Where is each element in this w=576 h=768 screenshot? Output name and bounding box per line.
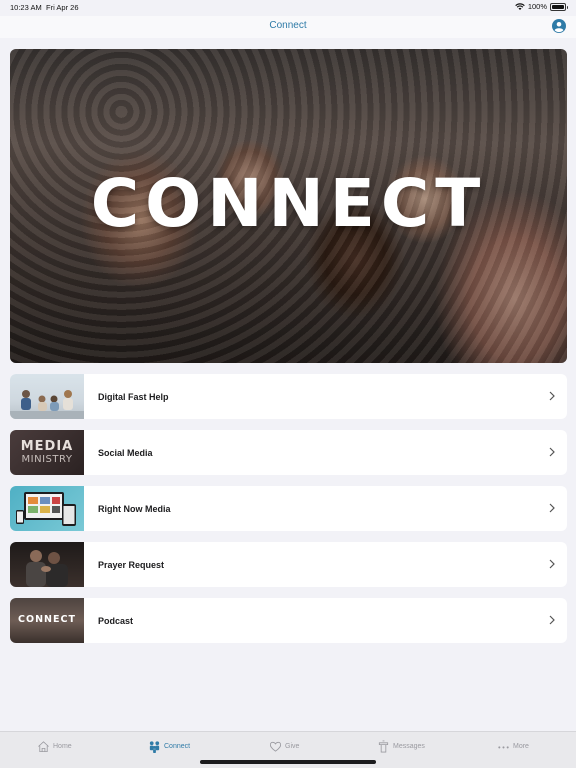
chevron-right-icon bbox=[549, 503, 555, 513]
status-time: 10:23 AM bbox=[10, 3, 42, 12]
chevron-right-icon bbox=[549, 559, 555, 569]
wifi-icon bbox=[515, 2, 525, 10]
tab-messages[interactable]: Messages bbox=[377, 740, 425, 753]
list-item-prayer-request[interactable]: Prayer Request bbox=[10, 542, 567, 587]
prayer-thumbnail bbox=[10, 542, 84, 587]
more-dots-icon bbox=[498, 746, 509, 749]
tab-label: Connect bbox=[164, 743, 191, 750]
list-item-right-now-media[interactable]: Right Now Media bbox=[10, 486, 567, 531]
chevron-right-icon bbox=[549, 615, 555, 625]
list-item-label: Prayer Request bbox=[98, 559, 165, 570]
chevron-right-icon bbox=[549, 391, 555, 401]
tab-connect[interactable]: Connect bbox=[148, 740, 190, 753]
list-item-digital-fast-help[interactable]: Digital Fast Help bbox=[10, 374, 567, 419]
thumb-text-ministry: MINISTRY bbox=[21, 454, 73, 465]
list-item-social-media[interactable]: MEDIA MINISTRY Social Media bbox=[10, 430, 567, 475]
people-icon bbox=[149, 741, 160, 753]
podcast-thumbnail: CONNECT bbox=[10, 598, 84, 643]
nav-bar: Connect bbox=[0, 16, 576, 38]
list-item-podcast[interactable]: CONNECT Podcast bbox=[10, 598, 567, 643]
profile-icon[interactable] bbox=[552, 19, 566, 33]
home-icon bbox=[38, 741, 49, 753]
status-bar: 10:23 AM Fri Apr 26 100% bbox=[0, 0, 576, 16]
tab-label: More bbox=[513, 743, 529, 750]
chevron-right-icon bbox=[549, 447, 555, 457]
tab-give[interactable]: Give bbox=[269, 740, 299, 753]
page-title: Connect bbox=[269, 20, 307, 31]
media-ministry-thumbnail: MEDIA MINISTRY bbox=[10, 430, 84, 475]
hero-title: CONNECT bbox=[90, 165, 487, 242]
heart-icon bbox=[269, 741, 282, 752]
thumb-text-media: MEDIA bbox=[20, 439, 74, 454]
podium-icon bbox=[378, 740, 389, 753]
list-item-label: Digital Fast Help bbox=[98, 391, 169, 402]
right-now-media-thumbnail bbox=[10, 486, 84, 531]
list-item-label: Social Media bbox=[98, 447, 153, 458]
list-item-label: Right Now Media bbox=[98, 503, 171, 514]
tab-more[interactable]: More bbox=[497, 740, 529, 753]
digital-fast-thumbnail bbox=[10, 374, 84, 419]
thumb-text-connect: CONNECT bbox=[18, 614, 76, 625]
list-item-label: Podcast bbox=[98, 615, 134, 626]
battery-percent: 100% bbox=[527, 2, 547, 11]
connect-list: Digital Fast Help MEDIA MINISTRY Social … bbox=[10, 374, 567, 654]
tab-label: Home bbox=[53, 743, 72, 750]
home-indicator bbox=[200, 760, 376, 764]
tab-home[interactable]: Home bbox=[37, 740, 72, 753]
tab-label: Give bbox=[285, 743, 300, 750]
status-date: Fri Apr 26 bbox=[46, 3, 79, 12]
hero-banner[interactable]: CONNECT bbox=[10, 49, 567, 363]
tab-label: Messages bbox=[393, 743, 425, 750]
battery-icon bbox=[550, 2, 568, 11]
status-indicators: 100% bbox=[515, 2, 568, 11]
